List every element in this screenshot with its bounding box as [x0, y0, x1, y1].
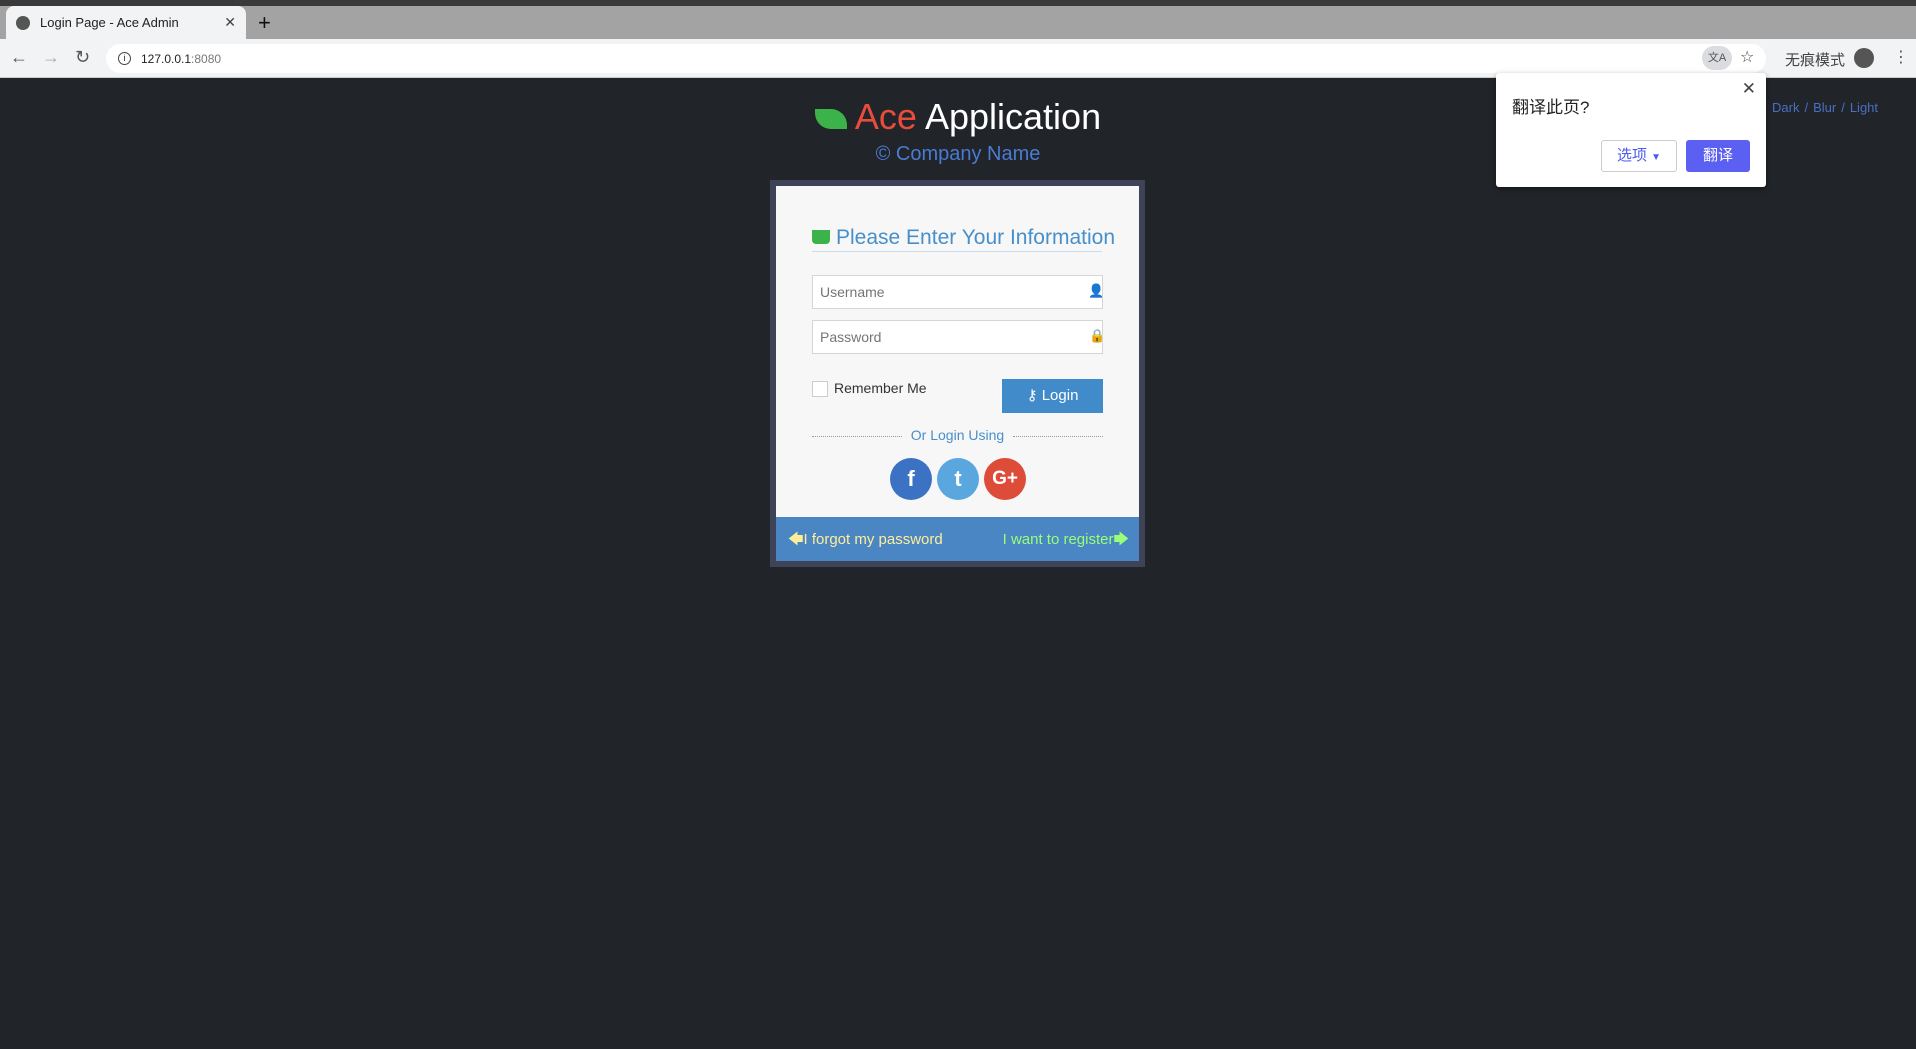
close-tab-icon[interactable]: ✕	[224, 14, 236, 31]
username-input[interactable]	[812, 275, 1103, 309]
login-box: Please Enter Your Information 👤 🔒 Rememb…	[770, 180, 1145, 567]
tab-bar: Login Page - Ace Admin ✕ +	[0, 6, 1916, 39]
remember-checkbox[interactable]	[812, 381, 828, 397]
info-icon[interactable]: i	[118, 52, 131, 65]
login-button[interactable]: ⚷ Login	[1002, 379, 1103, 413]
browser-tab[interactable]: Login Page - Ace Admin ✕	[6, 6, 246, 39]
remember-label[interactable]: Remember Me	[834, 380, 927, 396]
user-icon: 👤	[1088, 283, 1105, 298]
arrow-left-icon: 🡄	[788, 531, 804, 548]
forgot-text: I forgot my password	[803, 531, 943, 548]
reload-icon[interactable]: ↻	[75, 47, 90, 68]
new-tab-button[interactable]: +	[258, 10, 271, 36]
password-input[interactable]	[812, 320, 1103, 354]
caret-down-icon: ▼	[1651, 152, 1662, 163]
leaf-icon	[814, 109, 847, 130]
incognito-label: 无痕模式	[1785, 52, 1846, 69]
url-port: :8080	[191, 51, 222, 66]
login-label: Login	[1041, 387, 1079, 404]
translate-icon[interactable]: 文A	[1702, 46, 1732, 70]
star-icon[interactable]: ☆	[1740, 47, 1754, 67]
close-icon[interactable]: ✕	[1742, 79, 1756, 99]
register-link[interactable]: I want to register🡆	[1003, 529, 1129, 554]
translate-popup: 翻译此页? ✕ 选项 ▼ 翻译	[1496, 73, 1766, 187]
login-footer: 🡄I forgot my password I want to register…	[776, 517, 1139, 561]
incognito-icon[interactable]	[1854, 48, 1874, 68]
options-button[interactable]: 选项 ▼	[1601, 140, 1677, 172]
heading-text: Please Enter Your Information	[836, 226, 1116, 249]
lock-icon: 🔒	[1089, 328, 1106, 343]
translate-question: 翻译此页?	[1512, 98, 1590, 117]
arrow-right-icon: 🡆	[1113, 531, 1130, 548]
options-label: 选项	[1616, 147, 1647, 164]
register-text: I want to register	[1002, 531, 1114, 548]
brand-app: Application	[924, 96, 1102, 137]
google-plus-button[interactable]: G+	[984, 458, 1026, 500]
menu-icon[interactable]: ⋮	[1893, 47, 1909, 67]
form-heading: Please Enter Your Information	[812, 226, 1115, 252]
key-icon: ⚷	[1026, 387, 1042, 404]
brand-ace: Ace	[854, 96, 917, 137]
facebook-button[interactable]: f	[890, 458, 932, 500]
forward-icon[interactable]: →	[42, 47, 60, 68]
url-host: 127.0.0.1	[141, 51, 192, 66]
login-form: Please Enter Your Information 👤 🔒 Rememb…	[776, 186, 1139, 517]
forgot-password-link[interactable]: 🡄I forgot my password	[788, 529, 943, 554]
globe-icon	[16, 15, 30, 30]
back-icon[interactable]: ←	[10, 47, 28, 68]
tab-title: Login Page - Ace Admin	[40, 15, 179, 30]
translate-button[interactable]: 翻译	[1686, 140, 1750, 172]
twitter-button[interactable]: t	[937, 458, 979, 500]
coffee-icon	[812, 230, 830, 244]
url-input[interactable]: i 127.0.0.1:8080	[106, 44, 1766, 73]
or-login-using: Or Login Using	[910, 427, 1005, 443]
